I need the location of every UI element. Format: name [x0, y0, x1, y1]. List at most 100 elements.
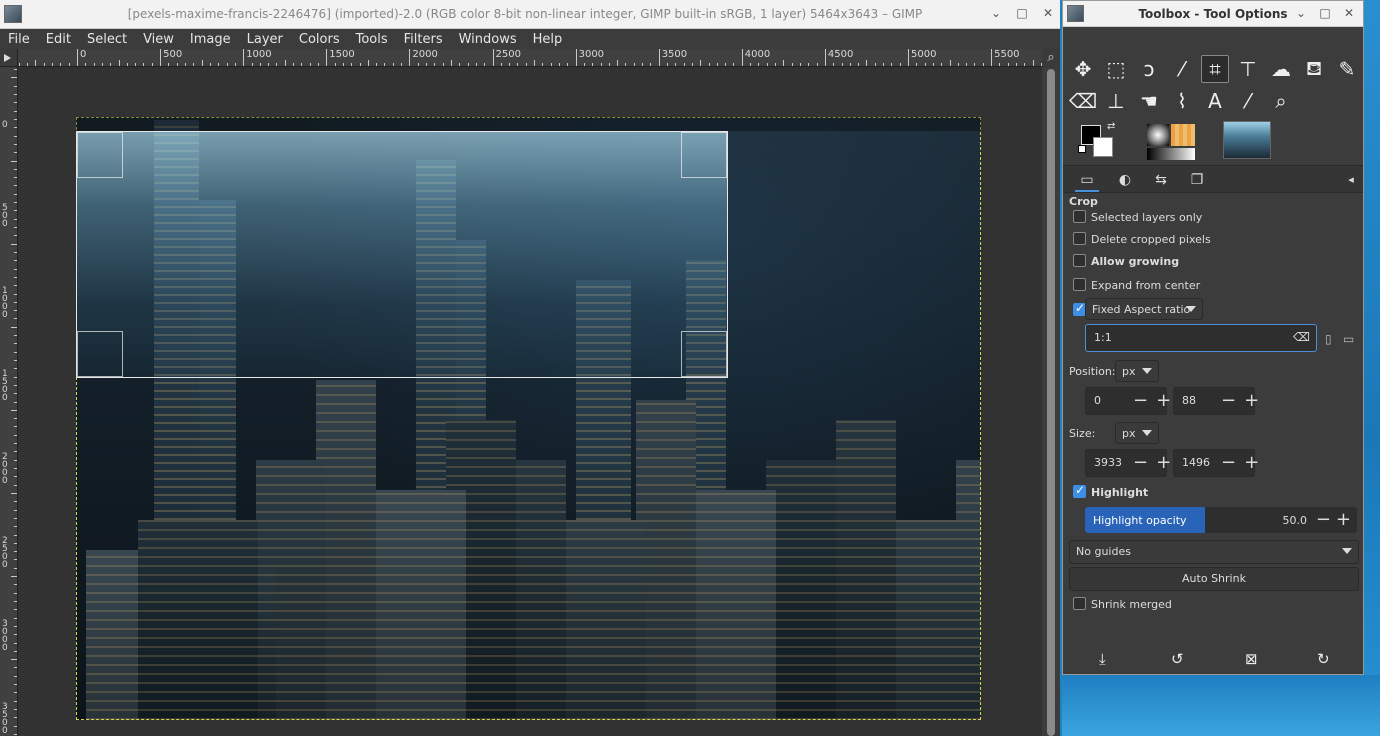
increment-icon[interactable]: + — [1336, 509, 1351, 530]
ruler-tick — [14, 551, 17, 553]
undo-history-tab[interactable]: ⇆ — [1149, 170, 1173, 192]
crop-rectangle[interactable] — [76, 131, 728, 378]
shrink-merged-checkbox[interactable] — [1073, 597, 1086, 610]
fuzzy-select-tool-icon[interactable]: ⁄ — [1168, 55, 1196, 83]
menu-help[interactable]: Help — [533, 32, 563, 47]
position-unit-dropdown[interactable]: px — [1115, 360, 1159, 382]
size-height-stepper[interactable]: − + — [1221, 452, 1259, 473]
horizontal-ruler[interactable]: 0 500 1000 1500 2000 2500 3000 3500 4000 4500 5000… — [18, 49, 1042, 67]
portrait-icon[interactable]: ▯ — [1325, 332, 1332, 346]
active-brush[interactable] — [1147, 124, 1169, 146]
crop-handle-bottom-left[interactable] — [77, 331, 123, 377]
size-unit-dropdown[interactable]: px — [1115, 422, 1159, 444]
rect-select-tool-icon[interactable]: ⬚ — [1102, 55, 1130, 83]
guides-dropdown[interactable]: No guides — [1069, 540, 1359, 564]
decrement-icon[interactable]: − — [1316, 509, 1331, 530]
position-x-stepper[interactable]: − + — [1133, 390, 1171, 411]
images-tab[interactable]: ❐ — [1185, 170, 1209, 192]
decrement-icon[interactable]: − — [1221, 452, 1236, 473]
increment-icon[interactable]: + — [1244, 390, 1259, 411]
menu-file[interactable]: File — [8, 32, 30, 47]
crop-handle-top-left[interactable] — [77, 132, 123, 178]
ruler-label: 2 5 0 0 — [2, 535, 8, 570]
menu-windows[interactable]: Windows — [459, 32, 517, 47]
menu-view[interactable]: View — [143, 32, 174, 47]
auto-shrink-button[interactable]: Auto Shrink — [1069, 567, 1359, 591]
menu-edit[interactable]: Edit — [46, 32, 71, 47]
menu-select[interactable]: Select — [87, 32, 127, 47]
warp-tool-icon[interactable]: ☁ — [1267, 55, 1295, 83]
selected-layers-only-checkbox[interactable] — [1073, 210, 1086, 223]
scrollbar-thumb[interactable] — [1047, 69, 1055, 736]
clone-tool-icon[interactable]: ⊥ — [1102, 87, 1130, 115]
move-tool-icon[interactable]: ✥ — [1069, 55, 1097, 83]
background-color[interactable] — [1093, 137, 1113, 157]
crop-tool-icon[interactable]: ⌗ — [1201, 55, 1229, 83]
crop-handle-top-right[interactable] — [681, 132, 727, 178]
position-y-stepper[interactable]: − + — [1221, 390, 1259, 411]
text-tool-icon[interactable]: A — [1201, 87, 1229, 115]
highlight-opacity-slider[interactable]: Highlight opacity 50.0 − + — [1085, 507, 1357, 533]
active-image-thumbnail[interactable] — [1223, 121, 1271, 159]
ruler-label: 500 — [160, 49, 182, 66]
free-select-tool-icon[interactable]: ↄ — [1135, 55, 1163, 83]
tool-options-tab[interactable]: ▭ — [1075, 170, 1099, 192]
allow-growing-checkbox[interactable] — [1073, 254, 1086, 267]
maximize-button[interactable]: □ — [1319, 6, 1331, 20]
ruler-tick — [633, 63, 635, 66]
ruler-tick — [14, 584, 17, 586]
clear-icon[interactable]: ⌫ — [1293, 330, 1310, 344]
image-window-titlebar[interactable]: [pexels-maxime-francis-2246476] (importe… — [0, 0, 1060, 29]
vertical-scrollbar[interactable] — [1042, 67, 1060, 736]
minimize-button[interactable]: ⌄ — [990, 6, 1002, 20]
active-pattern[interactable] — [1171, 124, 1195, 146]
image-canvas[interactable] — [18, 67, 1042, 736]
increment-icon[interactable]: + — [1244, 452, 1259, 473]
minimize-button[interactable]: ⌄ — [1295, 6, 1307, 20]
decrement-icon[interactable]: − — [1133, 390, 1148, 411]
swap-colors-icon[interactable]: ⇄ — [1107, 121, 1115, 132]
landscape-icon[interactable]: ▭ — [1343, 332, 1354, 346]
menu-filters[interactable]: Filters — [404, 32, 443, 47]
quick-mask-toggle[interactable] — [0, 49, 18, 67]
maximize-button[interactable]: □ — [1016, 6, 1028, 20]
reset-options-icon[interactable]: ↻ — [1317, 650, 1330, 668]
vertical-ruler[interactable]: 0 5 0 0 1 0 0 0 1 5 0 0 2 0 0 0 2 5 0 0 3 0 0 … — [0, 67, 18, 736]
paths-tool-icon[interactable]: ⌇ — [1168, 87, 1196, 115]
highlight-checkbox[interactable] — [1073, 483, 1086, 498]
delete-options-icon[interactable]: ⊠ — [1245, 650, 1258, 668]
increment-icon[interactable]: + — [1156, 452, 1171, 473]
decrement-icon[interactable]: − — [1221, 390, 1236, 411]
bucket-fill-tool-icon[interactable]: ⛾ — [1300, 55, 1328, 83]
menu-colors[interactable]: Colors — [299, 32, 340, 47]
transform-tool-icon[interactable]: ⊤ — [1234, 55, 1262, 83]
ruler-tick — [700, 60, 702, 66]
size-width-stepper[interactable]: − + — [1133, 452, 1171, 473]
fixed-mode-dropdown[interactable]: Fixed Aspect ratio — [1085, 298, 1203, 320]
close-button[interactable]: ✕ — [1343, 6, 1355, 20]
save-options-icon[interactable]: ⤓ — [1099, 650, 1106, 668]
menu-tools[interactable]: Tools — [356, 32, 388, 47]
delete-cropped-pixels-checkbox[interactable] — [1073, 232, 1086, 245]
toolbox-titlebar[interactable]: Toolbox - Tool Options ⌄ □ ✕ — [1063, 1, 1363, 27]
device-status-tab[interactable]: ◐ — [1113, 170, 1137, 192]
eraser-tool-icon[interactable]: ⌫ — [1069, 87, 1097, 115]
color-picker-tool-icon[interactable]: ⁄ — [1234, 87, 1262, 115]
active-gradient[interactable] — [1147, 148, 1195, 160]
decrement-icon[interactable]: − — [1133, 452, 1148, 473]
restore-options-icon[interactable]: ↺ — [1171, 650, 1184, 668]
close-button[interactable]: ✕ — [1042, 6, 1054, 20]
aspect-ratio-field[interactable]: 1:1 ⌫ — [1085, 324, 1317, 352]
default-colors-icon[interactable] — [1078, 145, 1086, 153]
menu-image[interactable]: Image — [190, 32, 231, 47]
increment-icon[interactable]: + — [1156, 390, 1171, 411]
expand-from-center-checkbox[interactable] — [1073, 278, 1086, 291]
zoom-tool-icon[interactable]: ⌕ — [1267, 87, 1295, 115]
smudge-tool-icon[interactable]: ☚ — [1135, 87, 1163, 115]
tab-menu-icon[interactable]: ◂ — [1339, 170, 1363, 192]
crop-handle-bottom-right[interactable] — [681, 331, 727, 377]
paintbrush-tool-icon[interactable]: ✎ — [1333, 55, 1361, 83]
navigate-icon[interactable]: ⌕ — [1042, 49, 1060, 67]
fg-bg-colors[interactable]: ⇄ — [1078, 121, 1119, 161]
menu-layer[interactable]: Layer — [247, 32, 283, 47]
